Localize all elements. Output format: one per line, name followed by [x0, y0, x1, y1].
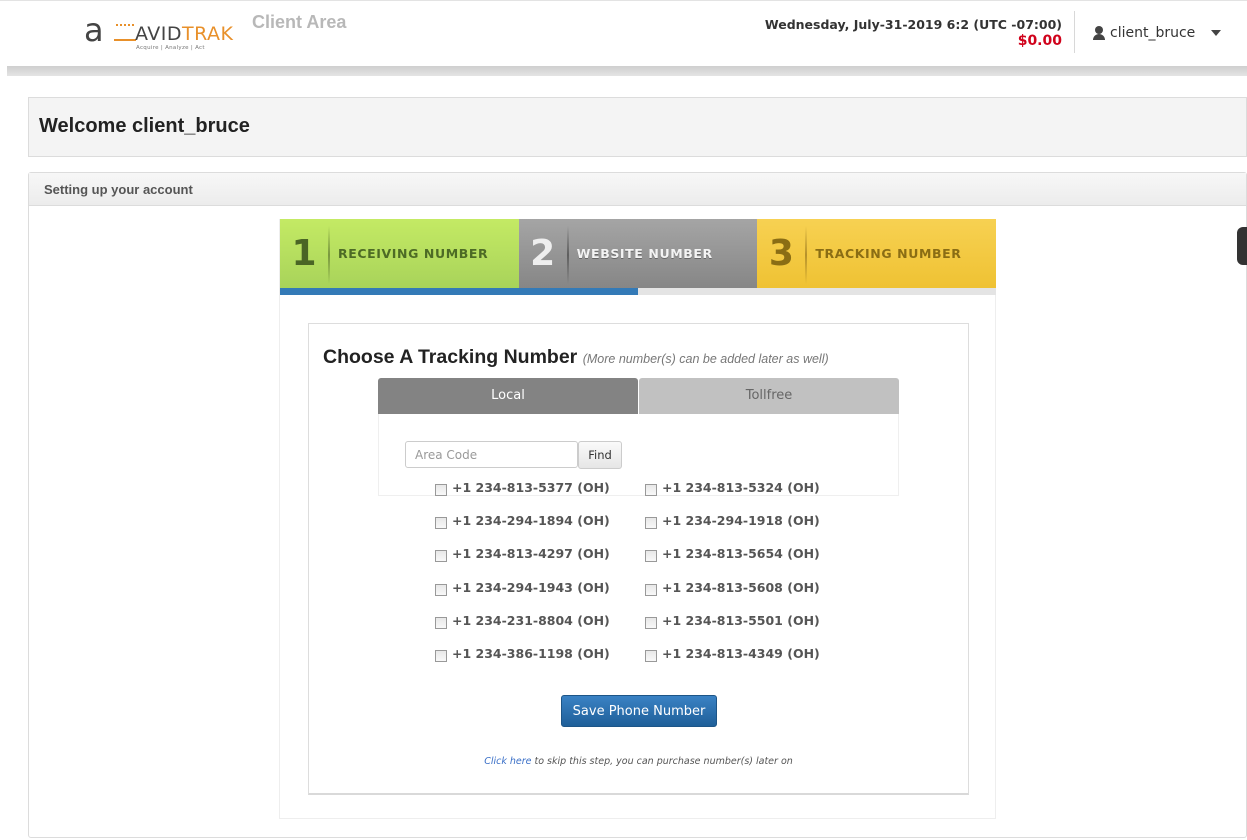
phone-number-option[interactable]: +1 234-386-1198 (OH): [435, 646, 645, 679]
welcome-title: Welcome client_bruce: [39, 115, 250, 137]
phone-number-option[interactable]: +1 234-294-1943 (OH): [435, 580, 645, 613]
number-type-tabs: Local Tollfree: [378, 378, 899, 414]
phone-number-option[interactable]: +1 234-294-1894 (OH): [435, 513, 645, 546]
step-number: 3: [768, 233, 794, 274]
logo-tagline: Acquire | Analyze | Act: [136, 45, 205, 51]
phone-number-label: +1 234-813-5377 (OH): [452, 480, 610, 495]
phone-number-checkbox[interactable]: [645, 649, 657, 662]
phone-number-label: +1 234-294-1943 (OH): [452, 579, 610, 595]
skip-step-description: to skip this step, you can purchase numb…: [531, 756, 793, 767]
phone-number-row: +1 234-386-1198 (OH) +1 234-813-4349 (OH): [435, 646, 855, 679]
current-datetime: Wednesday, July-31-2019 6:2 (UTC -07:00): [764, 17, 1062, 32]
tab-local[interactable]: Local: [378, 378, 638, 414]
phone-number-label: +1 234-294-1918 (OH): [662, 513, 820, 529]
wizard-progress-bar: [280, 288, 996, 295]
phone-number-row: +1 234-231-8804 (OH) +1 234-813-5501 (OH): [435, 613, 855, 646]
phone-number-option[interactable]: +1 234-813-5377 (OH): [435, 480, 645, 513]
phone-number-row: +1 234-813-5377 (OH) +1 234-813-5324 (OH): [435, 480, 855, 513]
phone-number-label: +1 234-813-4349 (OH): [662, 645, 820, 661]
account-balance: $0.00: [1017, 33, 1062, 49]
phone-number-option[interactable]: +1 234-231-8804 (OH): [435, 613, 645, 646]
step-divider: [805, 225, 808, 284]
save-phone-number-button[interactable]: Save Phone Number: [561, 695, 717, 727]
phone-number-option[interactable]: +1 234-813-5501 (OH): [645, 613, 855, 646]
phone-number-option[interactable]: +1 234-294-1918 (OH): [645, 513, 855, 546]
phone-number-checkbox[interactable]: [435, 550, 447, 563]
user-icon: [1092, 26, 1106, 40]
phone-number-option[interactable]: +1 234-813-4349 (OH): [645, 646, 855, 679]
phone-number-checkbox[interactable]: [435, 616, 447, 629]
logo-mark: a: [84, 11, 104, 49]
find-button[interactable]: Find: [578, 441, 622, 469]
logo-word-avid: AVID: [135, 23, 183, 45]
setup-panel-title: Setting up your account: [29, 173, 1246, 206]
phone-number-option[interactable]: +1 234-813-4297 (OH): [435, 546, 645, 579]
phone-number-checkbox[interactable]: [435, 484, 447, 496]
phone-number-label: +1 234-813-5324 (OH): [662, 480, 820, 495]
skip-step-link[interactable]: Click here: [484, 756, 531, 767]
phone-number-option[interactable]: +1 234-813-5608 (OH): [645, 580, 855, 613]
phone-number-label: +1 234-813-4297 (OH): [452, 546, 610, 562]
phone-number-option[interactable]: +1 234-813-5654 (OH): [645, 546, 855, 579]
step-label: WEBSITE NUMBER: [576, 246, 713, 261]
top-header: a AVIDTRAK Acquire | Analyze | Act Clien…: [0, 0, 1247, 66]
phone-number-list: +1 234-813-5377 (OH) +1 234-813-5324 (OH)…: [435, 480, 855, 679]
phone-number-checkbox[interactable]: [435, 583, 447, 596]
area-code-input[interactable]: [405, 441, 578, 468]
phone-number-row: +1 234-813-4297 (OH) +1 234-813-5654 (OH): [435, 546, 855, 579]
logo-wordmark: AVIDTRAK: [135, 23, 234, 45]
datetime-block: Wednesday, July-31-2019 6:2 (UTC -07:00)…: [765, 16, 1062, 50]
skip-step-text: Click here to skip this step, you can pu…: [309, 756, 968, 767]
tracking-title: Choose A Tracking Number (More number(s)…: [323, 346, 829, 369]
phone-number-row: +1 234-294-1943 (OH) +1 234-813-5608 (OH): [435, 580, 855, 613]
avidtrak-logo[interactable]: a AVIDTRAK Acquire | Analyze | Act: [84, 11, 233, 55]
step-number: 2: [530, 233, 556, 274]
phone-number-label: +1 234-813-5654 (OH): [662, 546, 820, 562]
step-divider: [328, 225, 330, 284]
phone-number-checkbox[interactable]: [645, 484, 657, 496]
tracking-subtitle: (More number(s) can be added later as we…: [582, 352, 829, 366]
logo-dots: [116, 24, 134, 26]
step-tracking-number[interactable]: 3 TRACKING NUMBER: [757, 219, 997, 288]
step-number: 1: [291, 233, 317, 274]
step-label: RECEIVING NUMBER: [338, 246, 489, 261]
header-divider: [1074, 11, 1075, 53]
setup-wizard: 1 RECEIVING NUMBER 2 WEBSITE NUMBER 3 TR…: [279, 219, 997, 819]
tracking-number-card: Choose A Tracking Number (More number(s)…: [308, 323, 969, 795]
phone-number-label: +1 234-813-5501 (OH): [662, 612, 820, 628]
phone-number-row: +1 234-294-1894 (OH) +1 234-294-1918 (OH): [435, 513, 855, 546]
phone-number-label: +1 234-813-5608 (OH): [662, 579, 820, 595]
phone-number-checkbox[interactable]: [645, 550, 657, 563]
step-divider: [566, 225, 569, 284]
username: client_bruce: [1110, 25, 1196, 41]
caret-down-icon: [1211, 30, 1222, 36]
step-website-number[interactable]: 2 WEBSITE NUMBER: [518, 219, 758, 288]
phone-number-checkbox[interactable]: [645, 583, 657, 596]
logo-word-trak: TRAK: [182, 23, 234, 45]
tracking-title-text: Choose A Tracking Number: [323, 346, 578, 368]
phone-number-label: +1 234-294-1894 (OH): [452, 513, 610, 529]
wizard-steps: 1 RECEIVING NUMBER 2 WEBSITE NUMBER 3 TR…: [280, 219, 997, 288]
side-feedback-tab[interactable]: [1237, 227, 1247, 265]
phone-number-checkbox[interactable]: [645, 517, 657, 530]
tab-tollfree[interactable]: Tollfree: [639, 378, 899, 414]
logo-underline: [114, 39, 136, 41]
welcome-panel: Welcome client_bruce: [28, 97, 1247, 157]
section-title: Client Area: [252, 12, 347, 32]
user-menu[interactable]: client_bruce: [1092, 25, 1222, 41]
phone-number-label: +1 234-231-8804 (OH): [452, 612, 610, 628]
phone-number-label: +1 234-386-1198 (OH): [452, 645, 610, 661]
phone-number-option[interactable]: +1 234-813-5324 (OH): [645, 480, 855, 513]
step-label: TRACKING NUMBER: [815, 246, 962, 261]
phone-number-checkbox[interactable]: [435, 517, 447, 530]
wizard-progress-fill: [280, 288, 638, 295]
phone-number-checkbox[interactable]: [435, 649, 447, 662]
step-receiving-number[interactable]: 1 RECEIVING NUMBER: [280, 219, 519, 288]
phone-number-checkbox[interactable]: [645, 616, 657, 629]
header-shadow-bar: [7, 66, 1247, 76]
